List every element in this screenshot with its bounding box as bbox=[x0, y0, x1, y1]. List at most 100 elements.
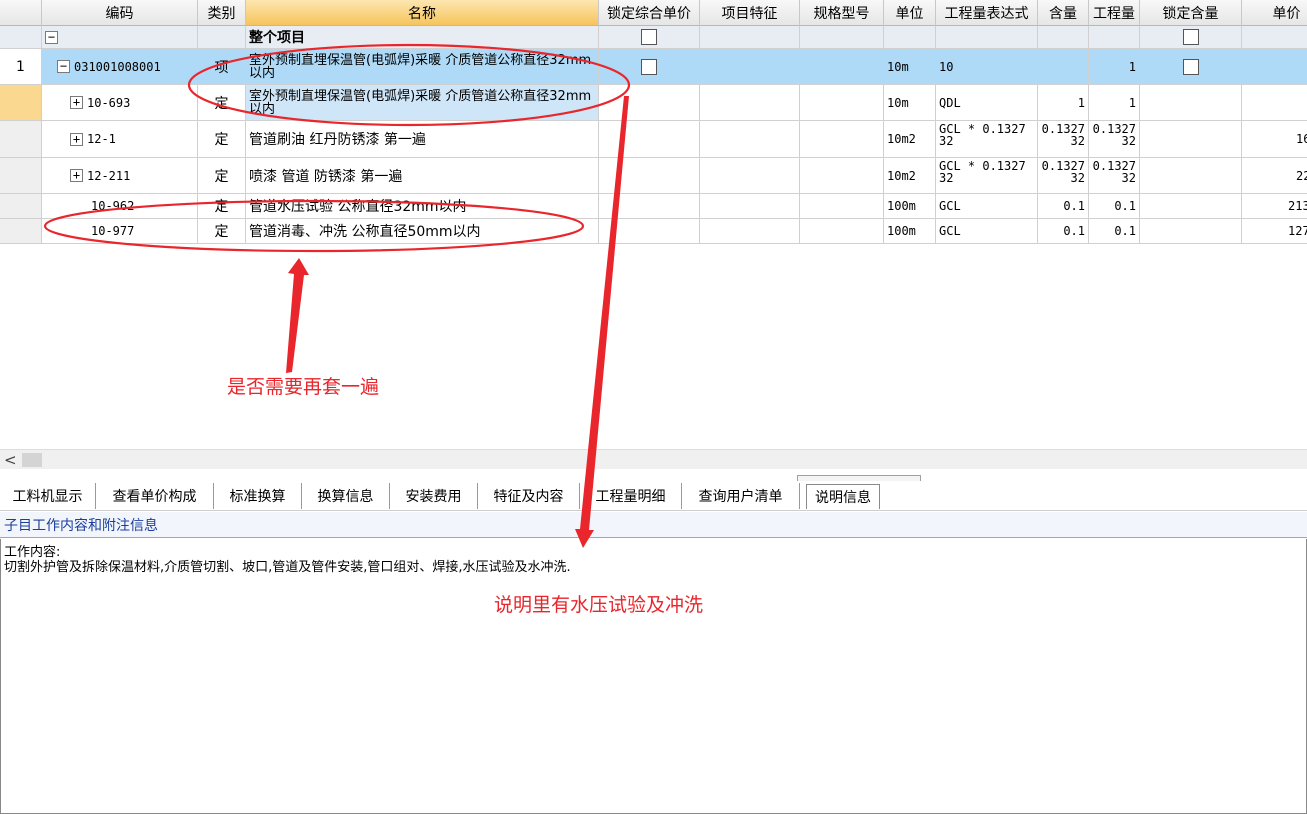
type-cell[interactable]: 定 bbox=[198, 194, 246, 219]
col-header-name[interactable]: 名称 bbox=[246, 0, 599, 26]
lock-price-cell[interactable] bbox=[599, 49, 700, 85]
col-header-spec[interactable]: 规格型号 bbox=[800, 0, 884, 26]
table-row-quota[interactable]: + 10-693 定 室外预制直埋保温管(电弧焊)采暖 介质管道公称直径32mm… bbox=[0, 85, 1307, 121]
col-header-content[interactable]: 含量 bbox=[1038, 0, 1089, 26]
col-header-lock-content[interactable]: 锁定含量 bbox=[1140, 0, 1242, 26]
expr-cell[interactable]: QDL bbox=[936, 85, 1038, 121]
quantity-cell[interactable]: 0.1 bbox=[1089, 194, 1140, 219]
feature-cell[interactable] bbox=[700, 49, 800, 85]
name-cell[interactable]: 喷漆 管道 防锈漆 第一遍 bbox=[246, 158, 599, 194]
type-cell[interactable]: 定 bbox=[198, 158, 246, 194]
tab-install-fee[interactable]: 安装费用 bbox=[390, 483, 478, 509]
collapse-icon[interactable]: − bbox=[57, 60, 70, 73]
col-header-unit[interactable]: 单位 bbox=[884, 0, 936, 26]
quantity-cell[interactable] bbox=[1089, 26, 1140, 49]
code-cell[interactable]: 10-962 bbox=[42, 194, 198, 219]
lock-content-cell[interactable] bbox=[1140, 158, 1242, 194]
spec-cell[interactable] bbox=[800, 121, 884, 158]
tab-material-display[interactable]: 工料机显示 bbox=[0, 483, 96, 509]
collapse-icon[interactable]: − bbox=[45, 30, 58, 44]
col-header-code[interactable]: 编码 bbox=[42, 0, 198, 26]
code-cell[interactable]: + 10-693 bbox=[42, 85, 198, 121]
quantity-cell[interactable]: 1 bbox=[1089, 49, 1140, 85]
feature-cell[interactable] bbox=[700, 194, 800, 219]
expand-icon[interactable]: + bbox=[70, 169, 83, 182]
expr-cell[interactable]: GCL bbox=[936, 194, 1038, 219]
expr-cell[interactable]: GCL * 0.1327 32 bbox=[936, 158, 1038, 194]
content-cell[interactable]: 0.1327 32 bbox=[1038, 121, 1089, 158]
code-cell[interactable]: − bbox=[42, 26, 198, 49]
lock-content-checkbox[interactable] bbox=[1182, 29, 1199, 45]
feature-cell[interactable] bbox=[700, 158, 800, 194]
unit-price-cell[interactable] bbox=[1242, 49, 1307, 85]
type-cell[interactable]: 定 bbox=[198, 85, 246, 121]
name-cell[interactable]: 室外预制直埋保温管(电弧焊)采暖 介质管道公称直径32mm以内 bbox=[246, 49, 599, 85]
unit-cell[interactable]: 100m bbox=[884, 194, 936, 219]
spec-cell[interactable] bbox=[800, 158, 884, 194]
tab-quantity-detail[interactable]: 工程量明细 bbox=[580, 483, 682, 509]
tab-standard-conversion[interactable]: 标准换算 bbox=[214, 483, 302, 509]
tab-features-content[interactable]: 特征及内容 bbox=[478, 483, 580, 509]
col-header-unit-price[interactable]: 单价 bbox=[1242, 0, 1307, 26]
quantity-cell[interactable]: 0.1327 32 bbox=[1089, 158, 1140, 194]
lock-price-cell[interactable] bbox=[599, 121, 700, 158]
content-cell[interactable]: 0.1 bbox=[1038, 194, 1089, 219]
feature-cell[interactable] bbox=[700, 26, 800, 49]
content-cell[interactable]: 0.1 bbox=[1038, 219, 1089, 244]
table-row-whole-project[interactable]: − 整个项目 bbox=[0, 26, 1307, 49]
type-cell[interactable]: 定 bbox=[198, 121, 246, 158]
lock-content-cell[interactable] bbox=[1140, 121, 1242, 158]
spec-cell[interactable] bbox=[800, 85, 884, 121]
content-cell[interactable] bbox=[1038, 49, 1089, 85]
unit-cell[interactable]: 10m2 bbox=[884, 158, 936, 194]
tab-query-user-list[interactable]: 查询用户清单 bbox=[682, 483, 800, 509]
unit-cell[interactable]: 100m bbox=[884, 219, 936, 244]
unit-price-cell[interactable] bbox=[1242, 26, 1307, 49]
col-header-quantity-expr[interactable]: 工程量表达式 bbox=[936, 0, 1038, 26]
description-panel[interactable]: 工作内容: 切割外护管及拆除保温材料,介质管切割、坡口,管道及管件安装,管口组对… bbox=[0, 539, 1307, 814]
lock-price-cell[interactable] bbox=[599, 219, 700, 244]
type-cell[interactable]: 项 bbox=[198, 49, 246, 85]
lock-price-checkbox[interactable] bbox=[641, 58, 657, 75]
table-row-quota[interactable]: + 12-1 定 管道刷油 红丹防锈漆 第一遍 10m2 GCL * 0.132… bbox=[0, 121, 1307, 158]
expr-cell[interactable]: 10 bbox=[936, 49, 1038, 85]
code-cell[interactable]: + 12-1 bbox=[42, 121, 198, 158]
lock-content-cell[interactable] bbox=[1140, 194, 1242, 219]
expr-cell[interactable]: GCL bbox=[936, 219, 1038, 244]
table-row-quota[interactable]: 10-962 定 管道水压试验 公称直径32mm以内 100m GCL 0.1 … bbox=[0, 194, 1307, 219]
scroll-left-icon[interactable]: < bbox=[4, 451, 17, 469]
lock-content-cell[interactable] bbox=[1140, 219, 1242, 244]
code-cell[interactable]: + 12-211 bbox=[42, 158, 198, 194]
unit-cell[interactable]: 10m bbox=[884, 85, 936, 121]
table-row-quota[interactable]: + 12-211 定 喷漆 管道 防锈漆 第一遍 10m2 GCL * 0.13… bbox=[0, 158, 1307, 194]
feature-cell[interactable] bbox=[700, 219, 800, 244]
spec-cell[interactable] bbox=[800, 49, 884, 85]
unit-cell[interactable]: 10m bbox=[884, 49, 936, 85]
feature-cell[interactable] bbox=[700, 85, 800, 121]
unit-price-cell[interactable]: 22 bbox=[1242, 158, 1307, 194]
col-header-type[interactable]: 类别 bbox=[198, 0, 246, 26]
content-cell[interactable] bbox=[1038, 26, 1089, 49]
col-header-lock-price[interactable]: 锁定综合单价 bbox=[599, 0, 700, 26]
quantity-cell[interactable]: 1 bbox=[1089, 85, 1140, 121]
lock-price-cell[interactable] bbox=[599, 85, 700, 121]
content-cell[interactable]: 1 bbox=[1038, 85, 1089, 121]
lock-price-checkbox[interactable] bbox=[641, 29, 657, 45]
name-cell[interactable]: 管道刷油 红丹防锈漆 第一遍 bbox=[246, 121, 599, 158]
code-cell[interactable]: − 031001008001 bbox=[42, 49, 198, 85]
spec-cell[interactable] bbox=[800, 219, 884, 244]
horizontal-scrollbar[interactable]: < bbox=[0, 449, 1307, 469]
expr-cell[interactable]: GCL * 0.1327 32 bbox=[936, 121, 1038, 158]
unit-price-cell[interactable]: 127 bbox=[1242, 219, 1307, 244]
col-header-feature[interactable]: 项目特征 bbox=[700, 0, 800, 26]
tab-unit-price-composition[interactable]: 查看单价构成 bbox=[96, 483, 214, 509]
type-cell[interactable]: 定 bbox=[198, 219, 246, 244]
type-cell[interactable] bbox=[198, 26, 246, 49]
unit-price-cell[interactable]: 16 bbox=[1242, 121, 1307, 158]
name-cell[interactable]: 管道消毒、冲洗 公称直径50mm以内 bbox=[246, 219, 599, 244]
unit-cell[interactable] bbox=[884, 26, 936, 49]
spec-cell[interactable] bbox=[800, 26, 884, 49]
table-row-quota[interactable]: 10-977 定 管道消毒、冲洗 公称直径50mm以内 100m GCL 0.1… bbox=[0, 219, 1307, 244]
feature-cell[interactable] bbox=[700, 121, 800, 158]
scroll-thumb[interactable] bbox=[22, 453, 42, 467]
